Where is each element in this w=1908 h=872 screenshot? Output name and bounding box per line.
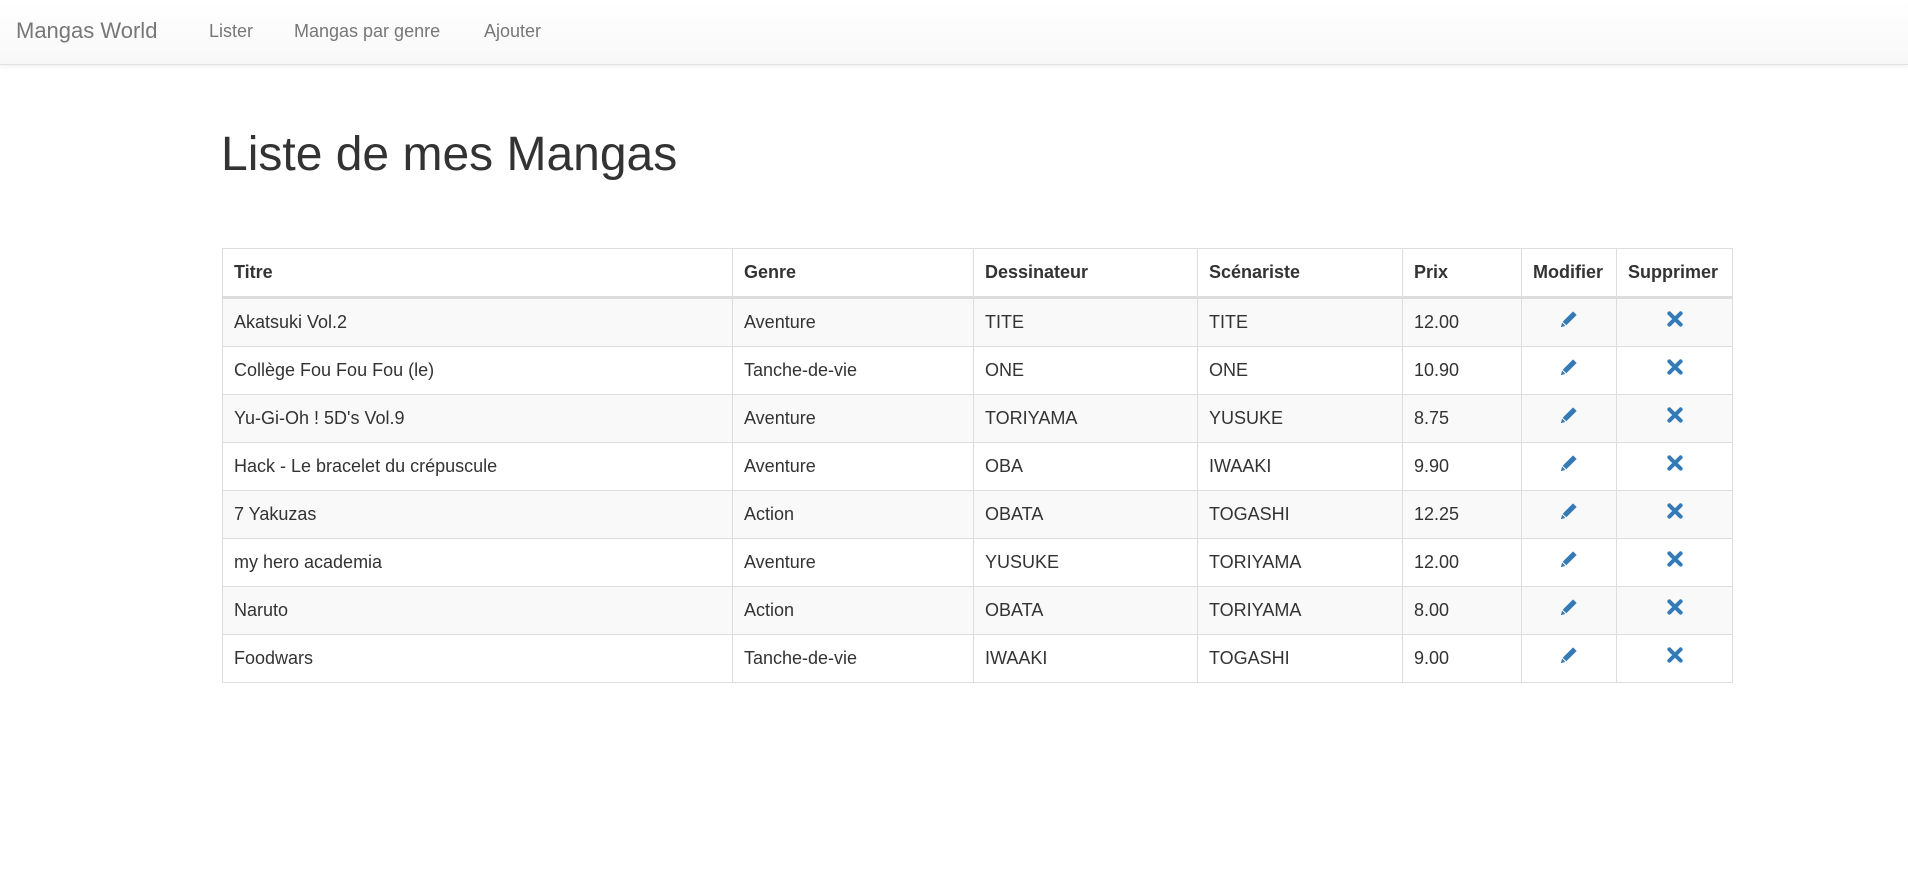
pencil-icon[interactable] [1556, 454, 1582, 480]
cell-supprimer [1616, 442, 1733, 491]
cell-titre: Collège Fou Fou Fou (le) [222, 346, 733, 395]
cell-titre: Naruto [222, 586, 733, 635]
cell-dessinateur: ONE [973, 346, 1198, 395]
cell-supprimer [1616, 297, 1733, 347]
remove-icon[interactable] [1662, 358, 1688, 384]
cell-genre: Aventure [732, 394, 974, 443]
cell-dessinateur: IWAAKI [973, 634, 1198, 683]
table-row: my hero academia Aventure YUSUKE TORIYAM… [222, 538, 1733, 587]
cell-scenariste: TORIYAMA [1197, 586, 1403, 635]
cell-genre: Aventure [732, 297, 974, 347]
header-dessinateur: Dessinateur [973, 248, 1198, 299]
header-genre: Genre [732, 248, 974, 299]
cell-scenariste: IWAAKI [1197, 442, 1403, 491]
pencil-icon[interactable] [1556, 646, 1582, 672]
remove-icon[interactable] [1662, 550, 1688, 576]
cell-modifier [1521, 634, 1617, 683]
cell-titre: 7 Yakuzas [222, 490, 733, 539]
table-row: Hack - Le bracelet du crépuscule Aventur… [222, 442, 1733, 491]
mangas-table: Titre Genre Dessinateur Scénariste Prix … [222, 248, 1733, 683]
cell-prix: 12.00 [1402, 538, 1522, 587]
brand-link[interactable]: Mangas World [16, 0, 157, 62]
remove-icon[interactable] [1662, 406, 1688, 432]
cell-genre: Aventure [732, 538, 974, 587]
remove-icon[interactable] [1662, 310, 1688, 336]
cell-titre: Hack - Le bracelet du crépuscule [222, 442, 733, 491]
cell-dessinateur: OBA [973, 442, 1198, 491]
header-supprimer: Supprimer [1616, 248, 1733, 299]
cell-supprimer [1616, 394, 1733, 443]
cell-supprimer [1616, 346, 1733, 395]
cell-supprimer [1616, 586, 1733, 635]
header-prix: Prix [1402, 248, 1522, 299]
header-scenariste: Scénariste [1197, 248, 1403, 299]
cell-supprimer [1616, 634, 1733, 683]
cell-prix: 8.00 [1402, 586, 1522, 635]
pencil-icon[interactable] [1556, 310, 1582, 336]
cell-scenariste: TOGASHI [1197, 634, 1403, 683]
nav-link-lister[interactable]: Lister [209, 0, 253, 62]
pencil-icon[interactable] [1556, 502, 1582, 528]
page-title: Liste de mes Mangas [221, 128, 678, 181]
cell-supprimer [1616, 490, 1733, 539]
cell-titre: Foodwars [222, 634, 733, 683]
cell-genre: Aventure [732, 442, 974, 491]
cell-modifier [1521, 346, 1617, 395]
pencil-icon[interactable] [1556, 358, 1582, 384]
cell-dessinateur: TORIYAMA [973, 394, 1198, 443]
cell-modifier [1521, 538, 1617, 587]
pencil-icon[interactable] [1556, 598, 1582, 624]
cell-prix: 10.90 [1402, 346, 1522, 395]
cell-dessinateur: TITE [973, 297, 1198, 347]
cell-prix: 8.75 [1402, 394, 1522, 443]
cell-prix: 12.00 [1402, 297, 1522, 347]
cell-supprimer [1616, 538, 1733, 587]
remove-icon[interactable] [1662, 646, 1688, 672]
cell-scenariste: TORIYAMA [1197, 538, 1403, 587]
pencil-icon[interactable] [1556, 550, 1582, 576]
cell-prix: 9.00 [1402, 634, 1522, 683]
cell-titre: Akatsuki Vol.2 [222, 297, 733, 347]
remove-icon[interactable] [1662, 598, 1688, 624]
cell-prix: 9.90 [1402, 442, 1522, 491]
table-row: Naruto Action OBATA TORIYAMA 8.00 [222, 586, 1733, 635]
nav-link-ajouter[interactable]: Ajouter [484, 0, 541, 62]
header-row: Titre Genre Dessinateur Scénariste Prix … [222, 248, 1733, 299]
header-titre: Titre [222, 248, 733, 299]
cell-genre: Action [732, 586, 974, 635]
table-row: Akatsuki Vol.2 Aventure TITE TITE 12.00 [222, 297, 1733, 347]
cell-modifier [1521, 297, 1617, 347]
table-row: Collège Fou Fou Fou (le) Tanche-de-vie O… [222, 346, 1733, 395]
cell-genre: Tanche-de-vie [732, 634, 974, 683]
table-row: 7 Yakuzas Action OBATA TOGASHI 12.25 [222, 490, 1733, 539]
cell-titre: my hero academia [222, 538, 733, 587]
navbar: Mangas World Lister Mangas par genre Ajo… [0, 0, 1908, 65]
table-row: Yu-Gi-Oh ! 5D's Vol.9 Aventure TORIYAMA … [222, 394, 1733, 443]
cell-dessinateur: OBATA [973, 586, 1198, 635]
cell-titre: Yu-Gi-Oh ! 5D's Vol.9 [222, 394, 733, 443]
cell-genre: Action [732, 490, 974, 539]
remove-icon[interactable] [1662, 454, 1688, 480]
remove-icon[interactable] [1662, 502, 1688, 528]
cell-dessinateur: YUSUKE [973, 538, 1198, 587]
cell-scenariste: TOGASHI [1197, 490, 1403, 539]
cell-dessinateur: OBATA [973, 490, 1198, 539]
cell-prix: 12.25 [1402, 490, 1522, 539]
cell-modifier [1521, 442, 1617, 491]
pencil-icon[interactable] [1556, 406, 1582, 432]
table-row: Foodwars Tanche-de-vie IWAAKI TOGASHI 9.… [222, 634, 1733, 683]
cell-modifier [1521, 586, 1617, 635]
cell-modifier [1521, 394, 1617, 443]
table-header: Titre Genre Dessinateur Scénariste Prix … [222, 248, 1733, 299]
cell-genre: Tanche-de-vie [732, 346, 974, 395]
cell-scenariste: TITE [1197, 297, 1403, 347]
nav-link-mangas-par-genre[interactable]: Mangas par genre [294, 0, 440, 62]
table-body: Akatsuki Vol.2 Aventure TITE TITE 12.00 … [222, 297, 1733, 683]
cell-modifier [1521, 490, 1617, 539]
cell-scenariste: YUSUKE [1197, 394, 1403, 443]
cell-scenariste: ONE [1197, 346, 1403, 395]
header-modifier: Modifier [1521, 248, 1617, 299]
